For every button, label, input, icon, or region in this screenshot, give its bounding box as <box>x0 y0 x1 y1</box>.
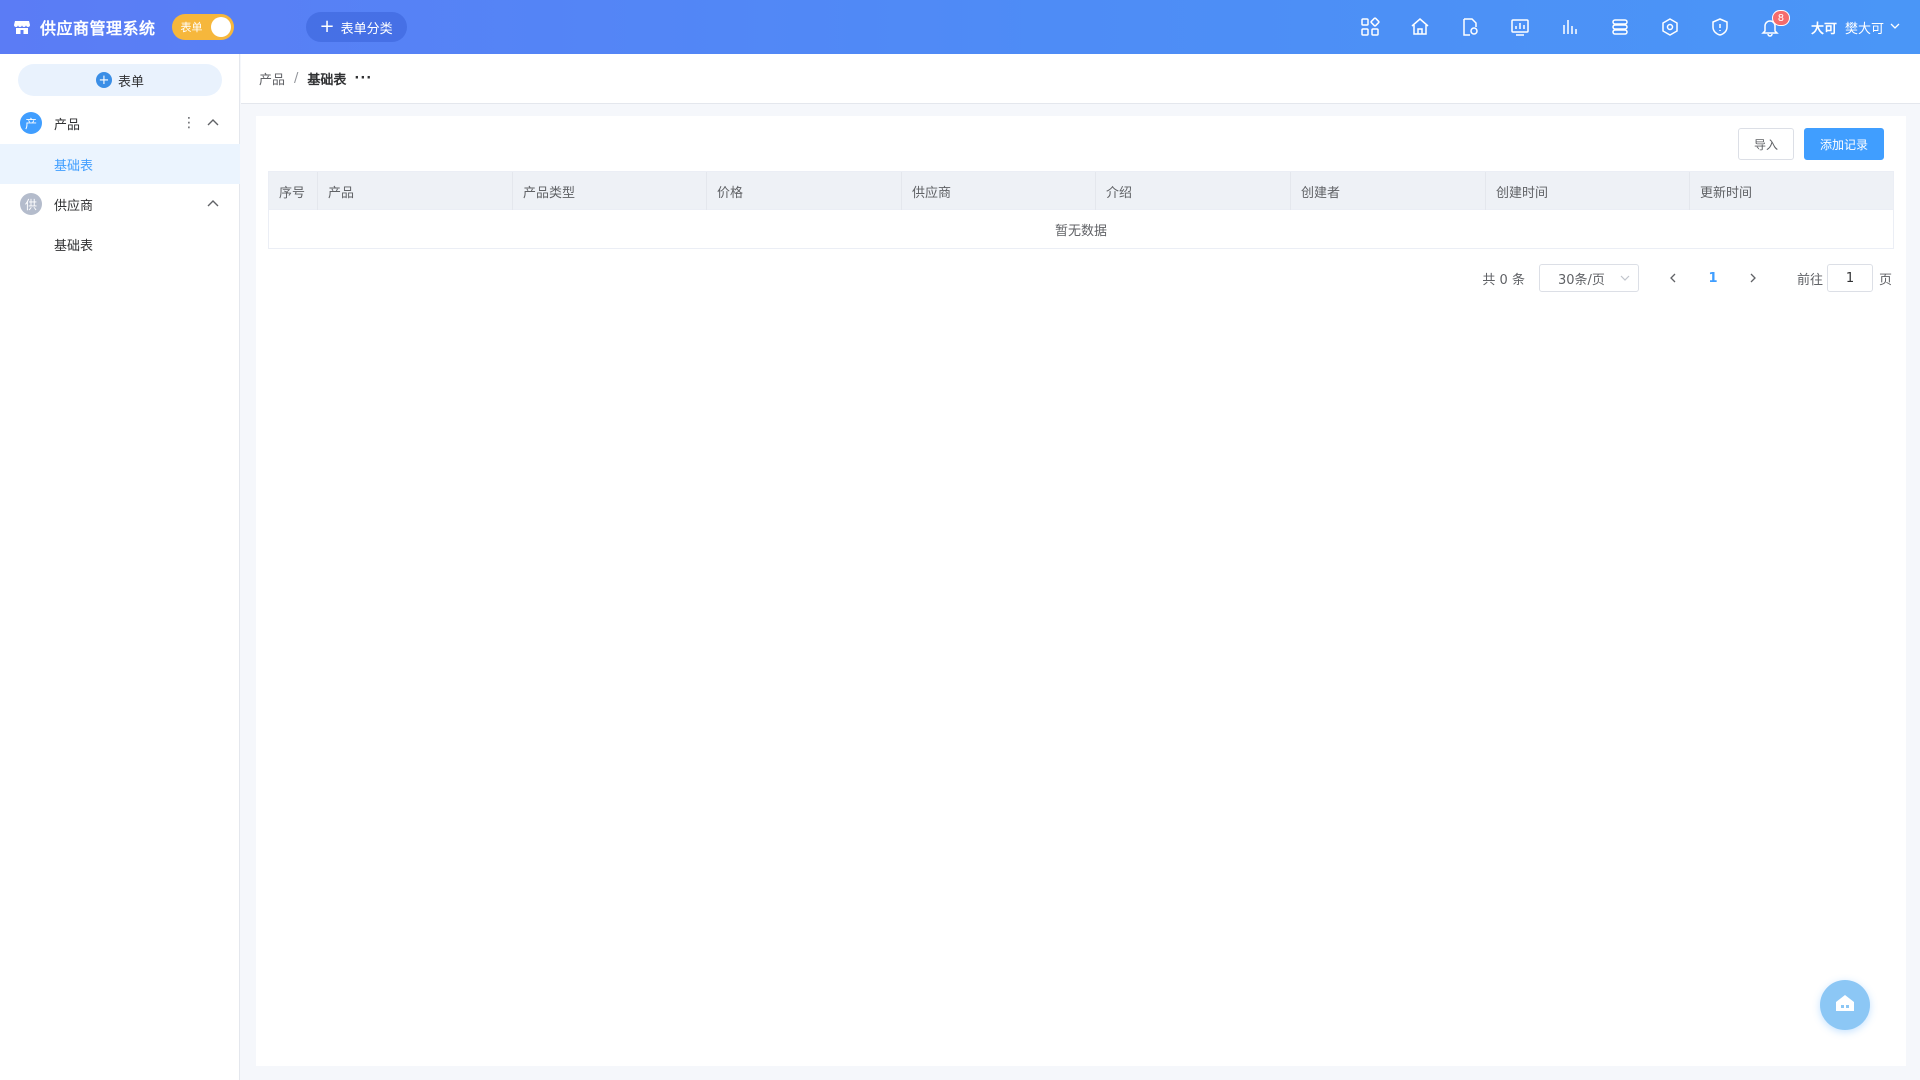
plus-icon: + <box>319 16 335 37</box>
page-size-select[interactable]: 30条/页 <box>1538 264 1639 292</box>
dashboard-icon[interactable] <box>1495 0 1545 54</box>
user-name: 樊大可 <box>1844 21 1884 37</box>
apps-icon[interactable] <box>1345 0 1395 54</box>
group-avatar: 产 <box>20 112 42 134</box>
app-title: 供应商管理系统 <box>40 19 156 38</box>
page-number[interactable]: 1 <box>1699 271 1727 286</box>
column-header-creator[interactable]: 创建者 <box>1291 172 1486 210</box>
group-avatar: 供 <box>20 193 42 215</box>
top-header: 供应商管理系统 表单 + 表单分类 8 大可 樊大可 <box>0 0 1920 54</box>
breadcrumb-current: 基础表 <box>307 73 347 88</box>
plus-circle-icon: + <box>95 72 112 88</box>
column-header-supplier[interactable]: 供应商 <box>902 172 1096 210</box>
page-unit-label: 页 <box>1878 272 1892 288</box>
home-icon[interactable] <box>1395 0 1445 54</box>
new-form-label: 表单 <box>117 74 144 90</box>
import-button[interactable]: 导入 <box>1738 128 1794 160</box>
user-menu[interactable]: 大可 樊大可 <box>1811 18 1900 37</box>
sidebar-group-product[interactable]: 产 产品 ⋮ <box>0 104 240 142</box>
breadcrumb-separator: / <box>294 71 299 86</box>
form-category-button[interactable]: + 表单分类 <box>305 12 407 42</box>
table-header: 序号 产品 产品类型 价格 供应商 介绍 创建者 创建时间 更新时间 <box>269 172 1893 210</box>
chart-icon[interactable] <box>1545 0 1595 54</box>
home-icon <box>1833 991 1857 1019</box>
form-category-label: 表单分类 <box>340 21 393 37</box>
network-icon[interactable] <box>1645 0 1695 54</box>
avatar: 大可 <box>1810 21 1837 37</box>
chevron-up-icon[interactable] <box>206 116 220 134</box>
bell-icon[interactable]: 8 <box>1745 0 1795 54</box>
storage-icon[interactable] <box>1595 0 1645 54</box>
chevron-down-icon <box>1890 20 1900 35</box>
more-horizontal-icon[interactable]: ··· <box>354 71 372 86</box>
pagination-total: 共 0 条 <box>1482 272 1525 288</box>
chevron-up-icon[interactable] <box>206 197 220 215</box>
sidebar-item-product-basic-table[interactable]: 基础表 <box>0 144 240 184</box>
new-form-button[interactable]: + 表单 <box>18 64 222 96</box>
sidebar: + 表单 产 产品 ⋮ 基础表 供 供应商 基础表 <box>0 54 240 1080</box>
table-empty-text: 暂无数据 <box>1054 223 1107 239</box>
mode-toggle[interactable]: 表单 <box>171 14 234 40</box>
floating-home-button[interactable] <box>1820 980 1870 1030</box>
document-settings-icon[interactable] <box>1445 0 1495 54</box>
shield-icon[interactable] <box>1695 0 1745 54</box>
prev-page-button[interactable] <box>1659 264 1687 292</box>
sidebar-item-supplier-basic-table[interactable]: 基础表 <box>0 224 240 264</box>
column-header-price[interactable]: 价格 <box>707 172 902 210</box>
data-table: 序号 产品 产品类型 价格 供应商 介绍 创建者 创建时间 更新时间 暂无数据 <box>268 171 1894 249</box>
sidebar-group-label: 产品 <box>54 117 81 133</box>
brand[interactable]: 供应商管理系统 <box>12 15 156 39</box>
chevron-down-icon <box>1620 272 1630 287</box>
column-header-created-at[interactable]: 创建时间 <box>1486 172 1690 210</box>
next-page-button[interactable] <box>1739 264 1767 292</box>
column-header-updated-at[interactable]: 更新时间 <box>1690 172 1893 210</box>
pagination: 共 0 条 30条/页 1 前往 1 页 <box>1482 264 1892 292</box>
sidebar-item-label: 基础表 <box>54 158 94 174</box>
sidebar-item-label: 基础表 <box>54 238 94 254</box>
breadcrumb-parent[interactable]: 产品 <box>259 69 285 88</box>
main-content-card: 导入 添加记录 序号 产品 产品类型 价格 供应商 介绍 创建者 创建时间 更新… <box>256 116 1906 1066</box>
goto-label: 前往 <box>1796 272 1823 288</box>
notification-badge: 8 <box>1771 10 1790 26</box>
sidebar-group-label: 供应商 <box>54 198 94 214</box>
column-header-product[interactable]: 产品 <box>318 172 513 210</box>
goto-page-input[interactable]: 1 <box>1826 264 1873 292</box>
more-vertical-icon[interactable]: ⋮ <box>182 115 196 131</box>
add-record-button[interactable]: 添加记录 <box>1804 128 1884 160</box>
toggle-knob <box>210 17 231 37</box>
mode-toggle-label: 表单 <box>180 21 203 34</box>
sidebar-group-supplier[interactable]: 供 供应商 <box>0 185 240 223</box>
store-icon <box>12 17 32 37</box>
column-header-description[interactable]: 介绍 <box>1096 172 1291 210</box>
breadcrumb: 产品 / 基础表 ··· <box>241 54 1920 104</box>
column-header-index[interactable]: 序号 <box>269 172 318 210</box>
top-icon-bar: 8 <box>1345 0 1795 54</box>
page-size-value: 30条/页 <box>1557 272 1605 288</box>
column-header-product-type[interactable]: 产品类型 <box>513 172 707 210</box>
